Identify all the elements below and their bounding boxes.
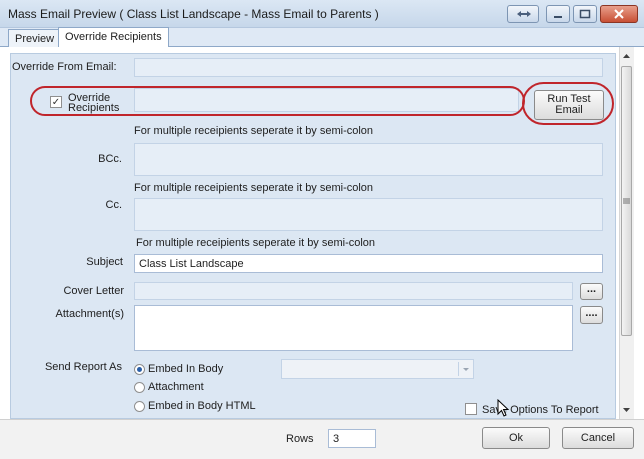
close-icon: [614, 9, 624, 19]
swap-arrows-icon: [517, 11, 531, 17]
radio-attachment[interactable]: [134, 382, 145, 393]
cc-input[interactable]: [134, 198, 603, 231]
bcc-label: BCc.: [98, 153, 122, 165]
scroll-down-arrow-icon[interactable]: [621, 405, 632, 415]
window-title: Mass Email Preview ( Class List Landscap…: [8, 7, 379, 21]
cover-letter-browse-button[interactable]: ...: [580, 283, 603, 300]
radio-attachment-label: Attachment: [148, 381, 204, 393]
format-select[interactable]: [281, 359, 474, 379]
subject-label: Subject: [86, 256, 123, 268]
restore-layout-button[interactable]: [507, 5, 539, 23]
cc-hint: For multiple receipients seperate it by …: [134, 182, 374, 194]
mouse-cursor-icon: [497, 399, 510, 417]
attachments-list[interactable]: [134, 305, 573, 351]
rows-label: Rows: [286, 433, 314, 445]
tab-preview[interactable]: Preview: [8, 29, 62, 47]
override-from-input[interactable]: [134, 58, 603, 77]
subject-hint: For multiple receipients seperate it by …: [136, 237, 376, 249]
override-from-label: Override From Email:: [12, 61, 117, 73]
close-button[interactable]: [600, 5, 638, 23]
maximize-button[interactable]: [573, 5, 597, 23]
minimize-icon: [554, 16, 562, 18]
send-report-as-label: Send Report As: [44, 361, 122, 373]
radio-embed-in-body[interactable]: [134, 364, 145, 375]
dropdown-arrow-icon: [458, 362, 472, 376]
cancel-button[interactable]: Cancel: [562, 427, 634, 449]
cover-letter-label: Cover Letter: [63, 285, 124, 297]
attachments-label: Attachment(s): [55, 308, 124, 320]
radio-embed-in-body-html[interactable]: [134, 401, 145, 412]
rows-input[interactable]: 3: [328, 429, 376, 448]
bcc-input[interactable]: [134, 143, 603, 176]
cc-label: Cc.: [105, 199, 123, 211]
cover-letter-input[interactable]: [134, 282, 573, 300]
bcc-hint: For multiple receipients seperate it by …: [134, 125, 374, 137]
tab-override-recipients[interactable]: Override Recipients: [58, 27, 169, 47]
attachments-browse-button[interactable]: ....: [580, 306, 603, 324]
radio-embed-in-body-label: Embed In Body: [148, 363, 224, 375]
highlight-oval-run-test: [522, 82, 614, 125]
grip-icon: [623, 198, 630, 204]
minimize-button[interactable]: [546, 5, 570, 23]
subject-input[interactable]: Class List Landscape: [134, 254, 603, 273]
ok-button[interactable]: Ok: [482, 427, 550, 449]
maximize-icon: [579, 9, 591, 19]
radio-embed-in-body-html-label: Embed in Body HTML: [148, 400, 256, 412]
save-options-checkbox[interactable]: [465, 403, 477, 415]
highlight-oval-recipients: [30, 86, 525, 116]
scroll-up-arrow-icon[interactable]: [621, 51, 632, 61]
